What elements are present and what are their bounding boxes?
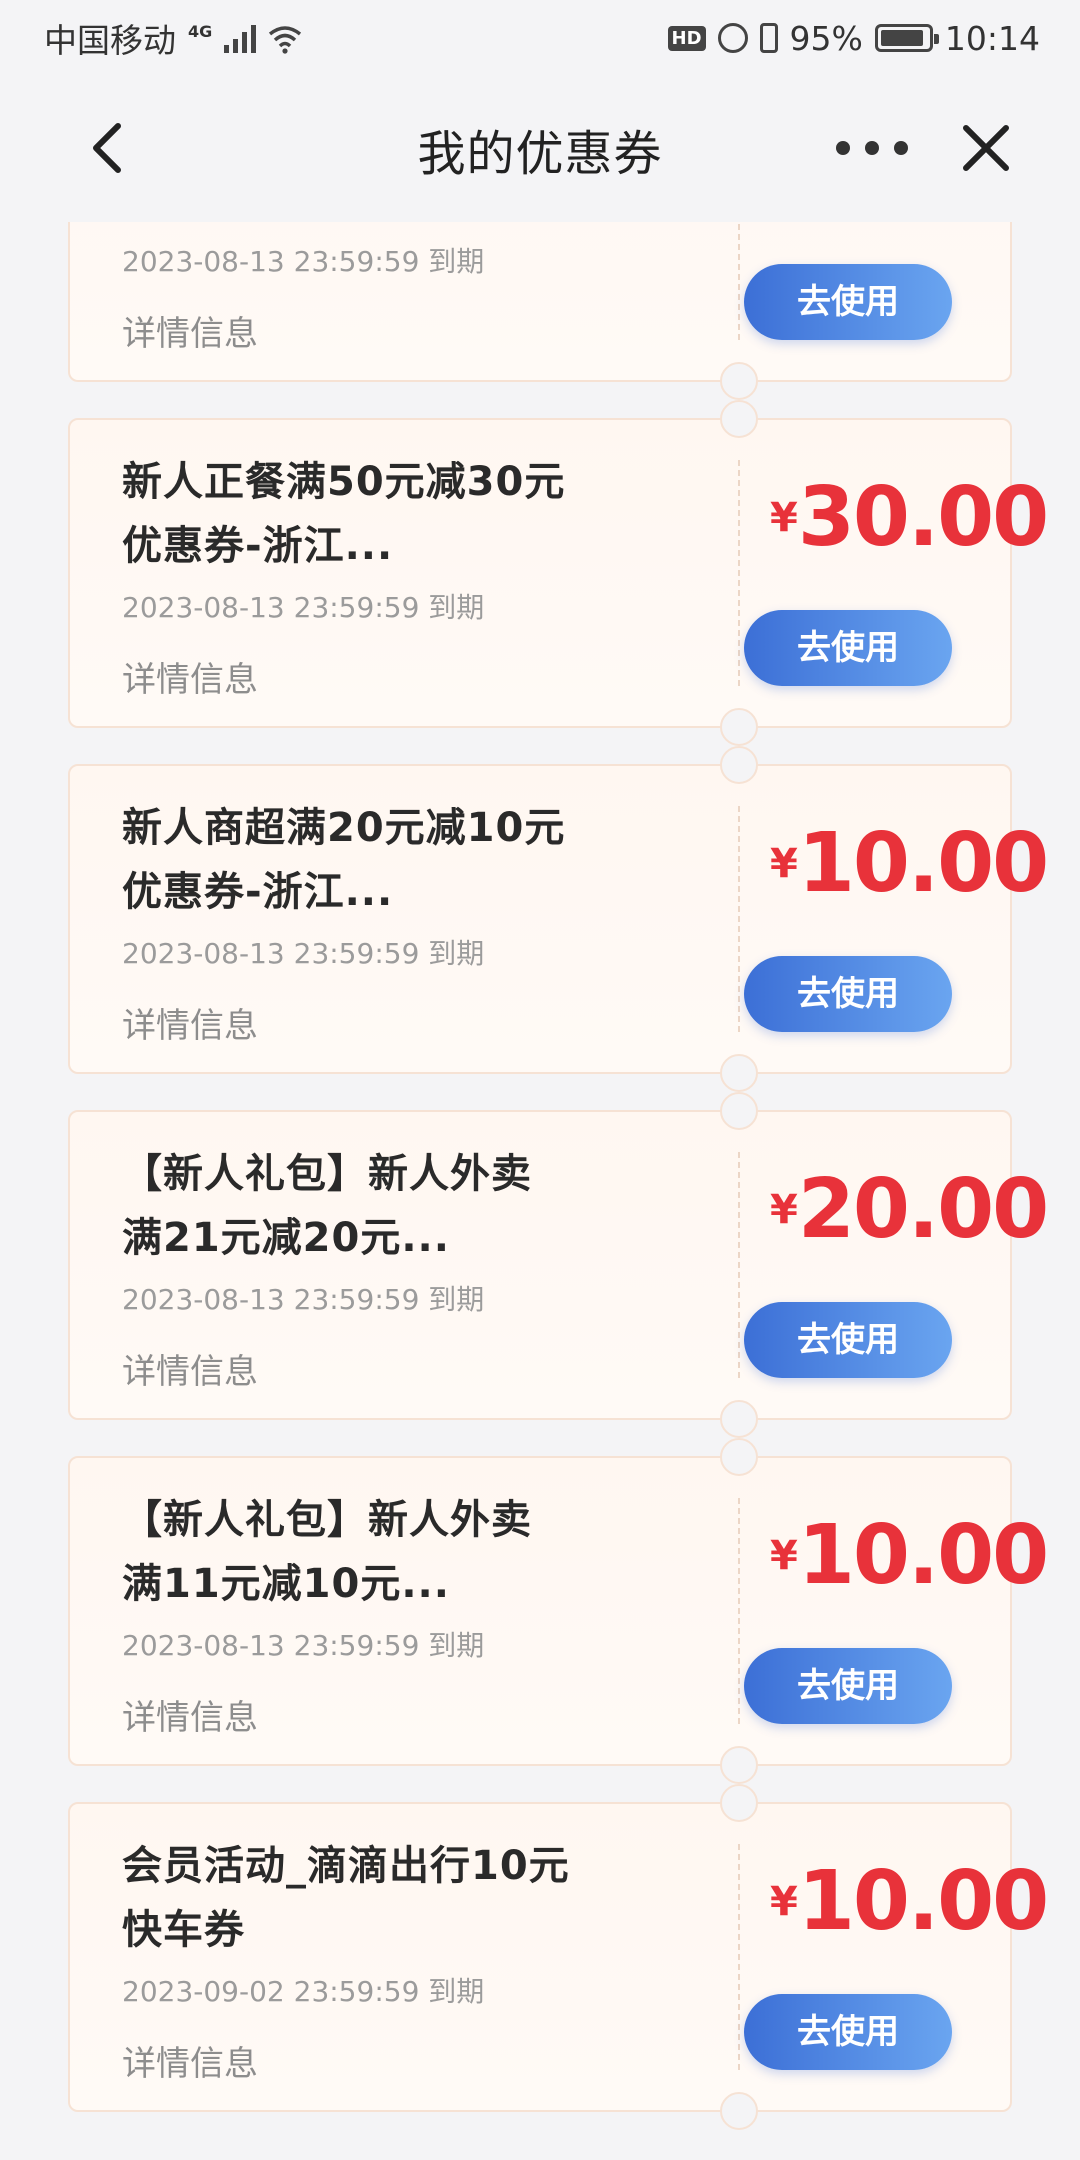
coupon-details-link[interactable]: 详情信息 — [122, 1344, 258, 1393]
wifi-icon — [268, 23, 302, 54]
coupon-details-link[interactable]: 详情信息 — [122, 2036, 258, 2085]
coupon-title: 优惠券-浙江... — [122, 222, 692, 232]
use-coupon-button[interactable]: 去使用 — [744, 1994, 952, 2070]
coupon-card[interactable]: 优惠券-浙江... 2023-08-13 23:59:59 到期 详情信息 去使… — [68, 222, 1012, 400]
currency-symbol: ¥ — [770, 841, 798, 887]
coupon-amount: ¥30.00 — [770, 470, 1049, 565]
more-dot-icon — [836, 141, 850, 155]
ticket-notch — [720, 1438, 758, 1476]
coupon-details-link[interactable]: 详情信息 — [122, 1690, 258, 1739]
clock-time: 10:14 — [944, 18, 1040, 58]
coupon-title: 新人商超满20元减10元 优惠券-浙江... — [122, 805, 566, 915]
currency-symbol: ¥ — [770, 1879, 798, 1925]
coupon-details-link[interactable]: 详情信息 — [122, 306, 258, 355]
ticket-notch — [720, 1400, 758, 1438]
use-coupon-button[interactable]: 去使用 — [744, 1302, 952, 1378]
more-dot-icon — [865, 141, 879, 155]
coupon-details-link[interactable]: 详情信息 — [122, 998, 258, 1047]
ticket-divider — [738, 222, 740, 340]
coupon-card[interactable]: 【新人礼包】新人外卖 满21元减20元... 2023-08-13 23:59:… — [68, 1092, 1049, 1438]
use-coupon-button[interactable]: 去使用 — [744, 264, 952, 340]
ticket-notch — [720, 1092, 758, 1130]
currency-symbol: ¥ — [770, 1533, 798, 1579]
back-button[interactable] — [80, 118, 140, 178]
amount-value: 30.00 — [797, 470, 1049, 565]
ticket-notch — [720, 746, 758, 784]
close-button[interactable] — [956, 118, 1016, 178]
ticket-notch — [720, 400, 758, 438]
coupon-title: 【新人礼包】新人外卖 满21元减20元... — [122, 1151, 532, 1261]
coupon-amount: ¥20.00 — [770, 1162, 1049, 1257]
amount-value: 10.00 — [797, 1508, 1049, 1603]
ticket-divider — [738, 806, 740, 1032]
ticket-notch — [720, 1784, 758, 1822]
use-coupon-button[interactable]: 去使用 — [744, 610, 952, 686]
coupon-card[interactable]: 会员活动_滴滴出行10元 快车券 2023-09-02 23:59:59 到期 … — [68, 1784, 1049, 2130]
currency-symbol: ¥ — [770, 1187, 798, 1233]
coupon-expiry: 2023-08-13 23:59:59 到期 — [122, 245, 485, 278]
ticket-divider — [738, 1844, 740, 2070]
more-dot-icon — [894, 141, 908, 155]
coupon-list[interactable]: 优惠券-浙江... 2023-08-13 23:59:59 到期 详情信息 去使… — [0, 222, 1080, 2160]
carrier-name: 中国移动 — [44, 21, 176, 60]
more-button[interactable] — [836, 128, 908, 168]
status-left: 中国移动 4G — [44, 14, 302, 62]
coupon-amount: ¥10.00 — [770, 1508, 1049, 1603]
chevron-left-icon — [93, 123, 121, 173]
battery-percent: 95% — [789, 18, 863, 58]
coupon-card[interactable]: 【新人礼包】新人外卖 满11元减10元... 2023-08-13 23:59:… — [68, 1438, 1049, 1784]
page-title: 我的优惠券 — [417, 126, 663, 182]
close-icon — [963, 125, 1009, 171]
coupon-expiry: 2023-08-13 23:59:59 到期 — [122, 591, 485, 624]
coupon-title: 会员活动_滴滴出行10元 快车券 — [122, 1843, 570, 1953]
coupon-list-content: 优惠券-浙江... 2023-08-13 23:59:59 到期 详情信息 去使… — [0, 222, 1080, 2148]
ticket-divider — [738, 460, 740, 686]
alarm-icon — [717, 23, 748, 53]
ticket-notch — [720, 2092, 758, 2130]
coupon-expiry: 2023-08-13 23:59:59 到期 — [122, 1283, 485, 1316]
status-bar: 中国移动 4G HD 95% 10:14 — [0, 0, 1080, 76]
coupon-card[interactable]: 新人正餐满50元减30元 优惠券-浙江... 2023-08-13 23:59:… — [68, 400, 1049, 746]
coupon-expiry: 2023-09-02 23:59:59 到期 — [122, 1975, 485, 2008]
use-coupon-button[interactable]: 去使用 — [744, 1648, 952, 1724]
coupon-expiry: 2023-08-13 23:59:59 到期 — [122, 1629, 485, 1662]
signal-icon — [224, 23, 257, 53]
ticket-notch — [720, 362, 758, 400]
ticket-divider — [738, 1152, 740, 1378]
coupon-amount: ¥10.00 — [770, 1854, 1049, 1949]
amount-value: 20.00 — [797, 1162, 1049, 1257]
battery-icon — [874, 24, 939, 52]
ticket-notch — [720, 1054, 758, 1092]
use-coupon-button[interactable]: 去使用 — [744, 956, 952, 1032]
ticket-divider — [738, 1498, 740, 1724]
coupon-title: 【新人礼包】新人外卖 满11元减10元... — [122, 1497, 532, 1607]
currency-symbol: ¥ — [770, 495, 798, 541]
ticket-notch — [720, 708, 758, 746]
network-type: 4G — [188, 21, 213, 41]
amount-value: 10.00 — [797, 816, 1049, 911]
amount-value: 10.00 — [797, 1854, 1049, 1949]
coupon-expiry: 2023-08-13 23:59:59 到期 — [122, 937, 485, 970]
coupon-card[interactable]: 新人商超满20元减10元 优惠券-浙江... 2023-08-13 23:59:… — [68, 746, 1049, 1092]
vibrate-icon — [759, 23, 778, 53]
navigation-bar: 我的优惠券 — [0, 76, 1080, 222]
coupon-details-link[interactable]: 详情信息 — [122, 652, 258, 701]
coupon-amount: ¥10.00 — [770, 816, 1049, 911]
ticket-notch — [720, 1746, 758, 1784]
coupon-title: 新人正餐满50元减30元 优惠券-浙江... — [122, 459, 566, 569]
hd-badge-icon: HD — [667, 25, 706, 51]
status-right: HD 95% 10:14 — [667, 18, 1040, 58]
